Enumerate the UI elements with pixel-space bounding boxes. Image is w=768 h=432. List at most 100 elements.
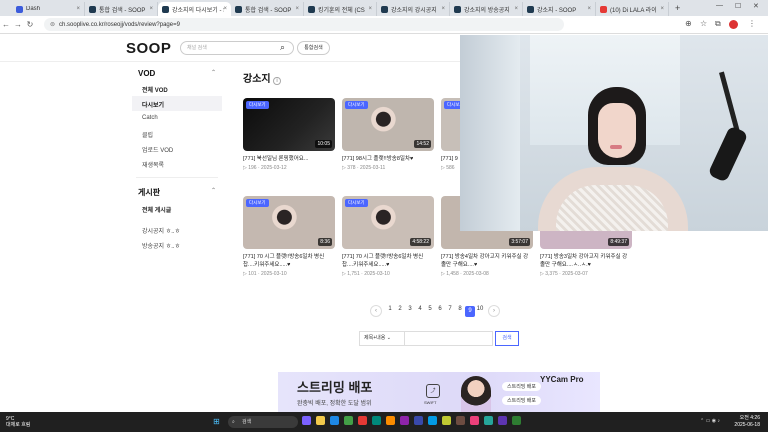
file-explorer-icon[interactable] xyxy=(316,416,325,425)
browser-tab[interactable]: Dash × xyxy=(12,2,85,16)
vod-title[interactable]: [771] 70 시그 플랫!!방송6일차 병신찹....키워주세요.....♥ xyxy=(342,253,434,269)
page-number[interactable]: 8 xyxy=(455,306,465,317)
vod-thumbnail[interactable]: 다시보기 10:05 xyxy=(243,98,335,151)
vod-card[interactable]: 다시보기 4:58:22 [771] 70 시그 플랫!!방송6일차 병신찹....… xyxy=(342,196,434,277)
page-number[interactable]: 5 xyxy=(425,306,435,317)
page-number[interactable]: 2 xyxy=(395,306,405,317)
board-section-header[interactable]: 게시판 ⌃ xyxy=(132,184,222,201)
page-number[interactable]: 4 xyxy=(415,306,425,317)
vod-thumbnail[interactable]: 다시보기 8:36 xyxy=(243,196,335,249)
app-icon[interactable] xyxy=(442,416,451,425)
vod-thumbnail[interactable]: 다시보기 14:52 xyxy=(342,98,434,151)
app-icon[interactable] xyxy=(428,416,437,425)
integrated-search-button[interactable]: 통합검색 xyxy=(297,41,330,55)
sidebar-item-board[interactable]: 강시공지 ㅎ..ㅎ xyxy=(132,222,222,237)
back-icon[interactable]: ← xyxy=(0,20,12,29)
close-tab-icon[interactable]: × xyxy=(660,6,664,12)
reload-icon[interactable]: ↻ xyxy=(24,20,36,29)
browser-tab[interactable]: 강소지 - SOOP × xyxy=(523,2,596,16)
sidebar-item-vod[interactable]: Catch xyxy=(132,111,222,126)
sidebar-item-vod[interactable]: 다시보기 xyxy=(132,96,222,111)
live-stream-overlay[interactable] xyxy=(460,35,768,231)
app-icon[interactable] xyxy=(414,416,423,425)
browser-tab[interactable]: 통합 검색 - SOOP × xyxy=(231,2,304,16)
chevron-up-icon[interactable]: ⌃ xyxy=(211,187,216,198)
close-tab-icon[interactable]: × xyxy=(223,6,227,12)
sidebar-item-vod[interactable]: 재생목록 xyxy=(132,156,222,171)
ad-banner[interactable]: 스트리밍 배포 완충빅 배포, 정확한 도달 범위 ⤴ SWIFT 스트리밍 배… xyxy=(278,372,600,412)
app-icon[interactable] xyxy=(456,416,465,425)
vod-title[interactable]: [771] 방송3일차 강아고지 키워주실 강졸만 구해요....ㅅ..ㅅ.♥ xyxy=(540,253,632,269)
page-number[interactable]: 3 xyxy=(405,306,415,317)
page-number[interactable]: 1 xyxy=(385,306,395,317)
bookmark-icon[interactable]: ☆ xyxy=(700,19,707,28)
sidebar-item-board[interactable]: 방송공지 ㅎ..ㅎ xyxy=(132,237,222,252)
vod-title[interactable]: [771] 70 시그 플랫!!방송6일차 병신찹....키워주세요.....♥ xyxy=(243,253,335,269)
clock[interactable]: 오전 4:26 2025-06-18 xyxy=(734,415,760,429)
page-number[interactable]: 7 xyxy=(445,306,455,317)
close-window-icon[interactable]: ✕ xyxy=(753,2,759,10)
system-tray[interactable]: ⌃ ▭ ◉ ♪ xyxy=(700,418,720,424)
new-tab-button[interactable]: + xyxy=(675,3,680,13)
page-number[interactable]: 10 xyxy=(475,306,485,317)
prev-page-button[interactable]: ‹ xyxy=(370,305,382,317)
browser-tab[interactable]: 강소지의 방송공지 × xyxy=(450,2,523,16)
sidebar-item-vod[interactable]: 전체 VOD xyxy=(132,81,222,96)
vod-title[interactable]: [771] 북선일님 론핑했어요... xyxy=(243,155,335,163)
profile-avatar[interactable] xyxy=(729,20,738,29)
site-info-icon[interactable]: ⊜ xyxy=(50,21,55,28)
channel-search-input[interactable]: 채널 검색 xyxy=(180,41,294,55)
vod-thumbnail[interactable]: 다시보기 4:58:22 xyxy=(342,196,434,249)
app-icon[interactable] xyxy=(400,416,409,425)
vod-title[interactable]: [771] 98시그 플랫!!방송8일차♥ xyxy=(342,155,434,163)
sidebar-item-board[interactable]: 전체 게시글 xyxy=(132,201,222,216)
weather-widget[interactable]: 9°C 대체로 흐림 xyxy=(6,416,30,428)
sidebar-item-vod[interactable]: 업로드 VOD xyxy=(132,141,222,156)
close-tab-icon[interactable]: × xyxy=(587,6,591,12)
app-icon[interactable] xyxy=(484,416,493,425)
extensions-icon[interactable]: ⧉ xyxy=(715,19,721,29)
taskbar-search[interactable]: ⌕ 검색 xyxy=(228,416,298,428)
forward-icon[interactable]: → xyxy=(12,20,24,29)
edge-icon[interactable] xyxy=(330,416,339,425)
app-icon[interactable] xyxy=(470,416,479,425)
vod-card[interactable]: 다시보기 10:05 [771] 북선일님 론핑했어요... ▷ 196 · 2025… xyxy=(243,98,335,171)
search-button[interactable]: 검색 xyxy=(495,331,519,346)
minimize-icon[interactable]: — xyxy=(716,2,723,9)
sidebar-item-vod[interactable]: 클립 xyxy=(132,126,222,141)
chrome-icon[interactable] xyxy=(344,416,353,425)
search-icon[interactable]: ⌕ xyxy=(280,42,285,53)
app-icon[interactable] xyxy=(386,416,395,425)
url-field[interactable]: ⊜ ch.sooplive.co.kr/roseojj/vods/review?… xyxy=(44,18,564,31)
browser-tab[interactable]: 킹기훈의 전체 (CS × xyxy=(304,2,377,16)
close-tab-icon[interactable]: × xyxy=(514,6,518,12)
vod-section-header[interactable]: VOD ⌃ xyxy=(132,66,222,81)
close-tab-icon[interactable]: × xyxy=(149,6,153,12)
app-icon[interactable] xyxy=(498,416,507,425)
task-view-icon[interactable] xyxy=(302,416,311,425)
app-icon[interactable] xyxy=(372,416,381,425)
excel-icon[interactable] xyxy=(512,416,521,425)
vod-card[interactable]: 다시보기 8:36 [771] 70 시그 플랫!!방송6일차 병신찹....키워주… xyxy=(243,196,335,277)
keyword-input[interactable] xyxy=(405,331,493,346)
browser-tab[interactable]: 강소지의 다시보기 - S × xyxy=(158,2,231,16)
close-tab-icon[interactable]: × xyxy=(441,6,445,12)
vod-card[interactable]: 다시보기 14:52 [771] 98시그 플랫!!방송8일차♥ ▷ 378 · 20… xyxy=(342,98,434,171)
close-tab-icon[interactable]: × xyxy=(368,6,372,12)
soop-logo[interactable]: SOOP xyxy=(126,40,171,57)
chevron-up-icon[interactable]: ⌃ xyxy=(211,69,216,78)
page-number[interactable]: 9 xyxy=(465,305,475,317)
browser-tab[interactable]: 강소지의 강시공지 × xyxy=(377,2,450,16)
app-icon[interactable] xyxy=(358,416,367,425)
close-tab-icon[interactable]: × xyxy=(295,6,299,12)
search-type-select[interactable]: 제목+내용 ⌄ xyxy=(359,331,405,346)
close-tab-icon[interactable]: × xyxy=(76,6,80,12)
menu-icon[interactable]: ⋮ xyxy=(748,19,756,28)
zoom-icon[interactable]: ⊕ xyxy=(685,19,692,28)
browser-tab[interactable]: 통합 검색 - SOOP × xyxy=(85,2,158,16)
vod-title[interactable]: [771] 방송4일차 강아고지 키워주실 강졸만 구해요....♥ xyxy=(441,253,533,269)
info-icon[interactable]: i xyxy=(273,77,281,85)
maximize-icon[interactable]: ☐ xyxy=(735,2,741,10)
start-icon[interactable]: ⊞ xyxy=(213,417,220,426)
page-number[interactable]: 6 xyxy=(435,306,445,317)
